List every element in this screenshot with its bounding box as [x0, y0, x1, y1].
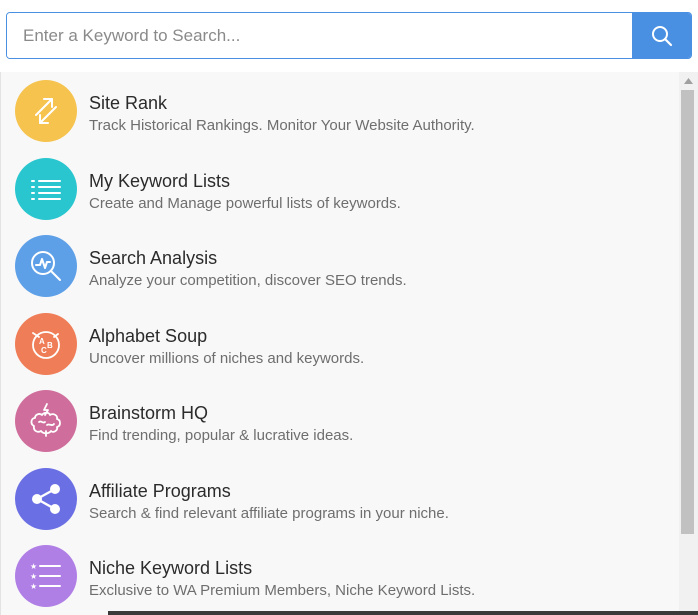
alphabet-soup-icon-badge: ABC	[15, 312, 77, 375]
search-button[interactable]	[632, 13, 691, 58]
list-item-alphabet-soup[interactable]: ABC Alphabet Soup Uncover millions of ni…	[1, 305, 677, 383]
site-rank-icon-badge	[15, 80, 77, 142]
search-icon	[651, 25, 672, 46]
list-item-site-rank[interactable]: Site Rank Track Historical Rankings. Mon…	[1, 72, 677, 150]
item-description: Exclusive to WA Premium Members, Niche K…	[89, 582, 476, 599]
svg-text:A: A	[39, 337, 45, 346]
item-description: Analyze your competition, discover SEO t…	[89, 272, 407, 289]
list-item-niche-keyword-lists[interactable]: ★ ★ ★ Niche Keyword Lists Exclusive to WA …	[1, 537, 677, 615]
item-description: Uncover millions of niches and keywords.	[89, 349, 365, 367]
tools-list: Site Rank Track Historical Rankings. Mon…	[1, 72, 677, 615]
scroll-up-arrow-icon[interactable]	[679, 72, 698, 89]
svg-text:★: ★	[30, 562, 37, 571]
list-item-brainstorm-hq[interactable]: Brainstorm HQ Find trending, popular & l…	[1, 382, 677, 460]
svg-text:★: ★	[30, 572, 37, 581]
search-input[interactable]	[7, 13, 632, 58]
share-icon	[32, 483, 60, 514]
magnifier-chart-icon	[31, 251, 61, 281]
svg-text:C: C	[41, 346, 47, 355]
search-analysis-icon-badge	[15, 235, 77, 297]
keyword-lists-icon-badge	[15, 157, 77, 220]
list-item-affiliate-programs[interactable]: Affiliate Programs Search & find relevan…	[1, 460, 677, 538]
item-title: Site Rank	[89, 93, 168, 113]
scrollbar[interactable]	[679, 72, 698, 615]
svg-text:B: B	[47, 341, 53, 350]
transfer-arrows-icon	[35, 98, 57, 124]
item-description: Search & find relevant affiliate program…	[89, 504, 449, 522]
list-icon	[31, 179, 61, 200]
svg-text:★: ★	[30, 582, 37, 591]
item-title: Search Analysis	[89, 248, 218, 268]
item-title: Affiliate Programs	[89, 480, 231, 501]
niche-keyword-lists-icon-badge: ★ ★ ★	[15, 545, 77, 607]
brainstorm-icon-badge	[15, 390, 77, 452]
list-item-search-analysis[interactable]: Search Analysis Analyze your competition…	[1, 227, 677, 305]
item-description: Create and Manage powerful lists of keyw…	[89, 194, 401, 212]
brain-icon	[30, 403, 61, 437]
scroll-thumb[interactable]	[681, 90, 694, 534]
bottom-edge-bar	[108, 611, 698, 615]
item-title: Alphabet Soup	[89, 325, 208, 346]
list-item-my-keyword-lists[interactable]: My Keyword Lists Create and Manage power…	[1, 150, 677, 228]
item-description: Find trending, popular & lucrative ideas…	[89, 427, 354, 444]
tools-panel: Site Rank Track Historical Rankings. Mon…	[0, 72, 698, 615]
alphabet-bowl-icon: A BC	[32, 330, 60, 359]
item-title: Brainstorm HQ	[89, 403, 209, 423]
item-description: Track Historical Rankings. Monitor Your …	[89, 117, 475, 134]
search-bar	[6, 12, 692, 59]
star-list-icon: ★★★	[30, 562, 61, 591]
item-title: My Keyword Lists	[89, 170, 231, 191]
item-title: Niche Keyword Lists	[89, 558, 253, 578]
affiliate-programs-icon-badge	[15, 467, 77, 530]
